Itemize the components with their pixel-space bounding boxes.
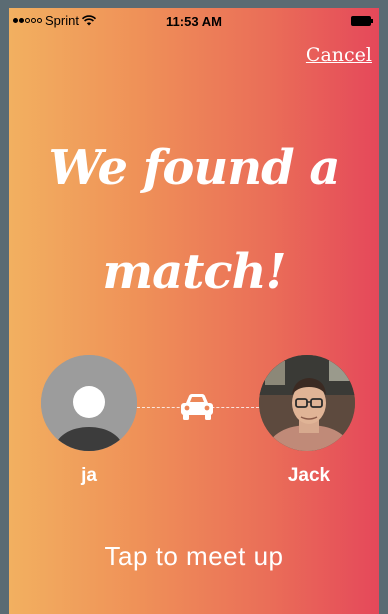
meet-up-button[interactable]: Tap to meet up <box>69 541 319 572</box>
headline: We found a match! <box>48 140 340 300</box>
user-name-jack: Jack <box>287 465 331 486</box>
status-time: 11:53 AM <box>166 14 222 29</box>
avatar-jack <box>259 355 355 451</box>
match-screen: Sprint 11:53 AM Cancel We found a match! <box>9 8 379 614</box>
user-name-ja: ja <box>81 465 97 486</box>
status-bar: Sprint 11:53 AM <box>9 8 379 36</box>
cancel-button[interactable]: Cancel <box>306 44 372 66</box>
car-icon <box>181 394 213 420</box>
default-person-icon <box>41 355 137 451</box>
user-photo <box>259 355 355 451</box>
avatar-ja <box>41 355 137 451</box>
battery-icon <box>351 16 373 26</box>
